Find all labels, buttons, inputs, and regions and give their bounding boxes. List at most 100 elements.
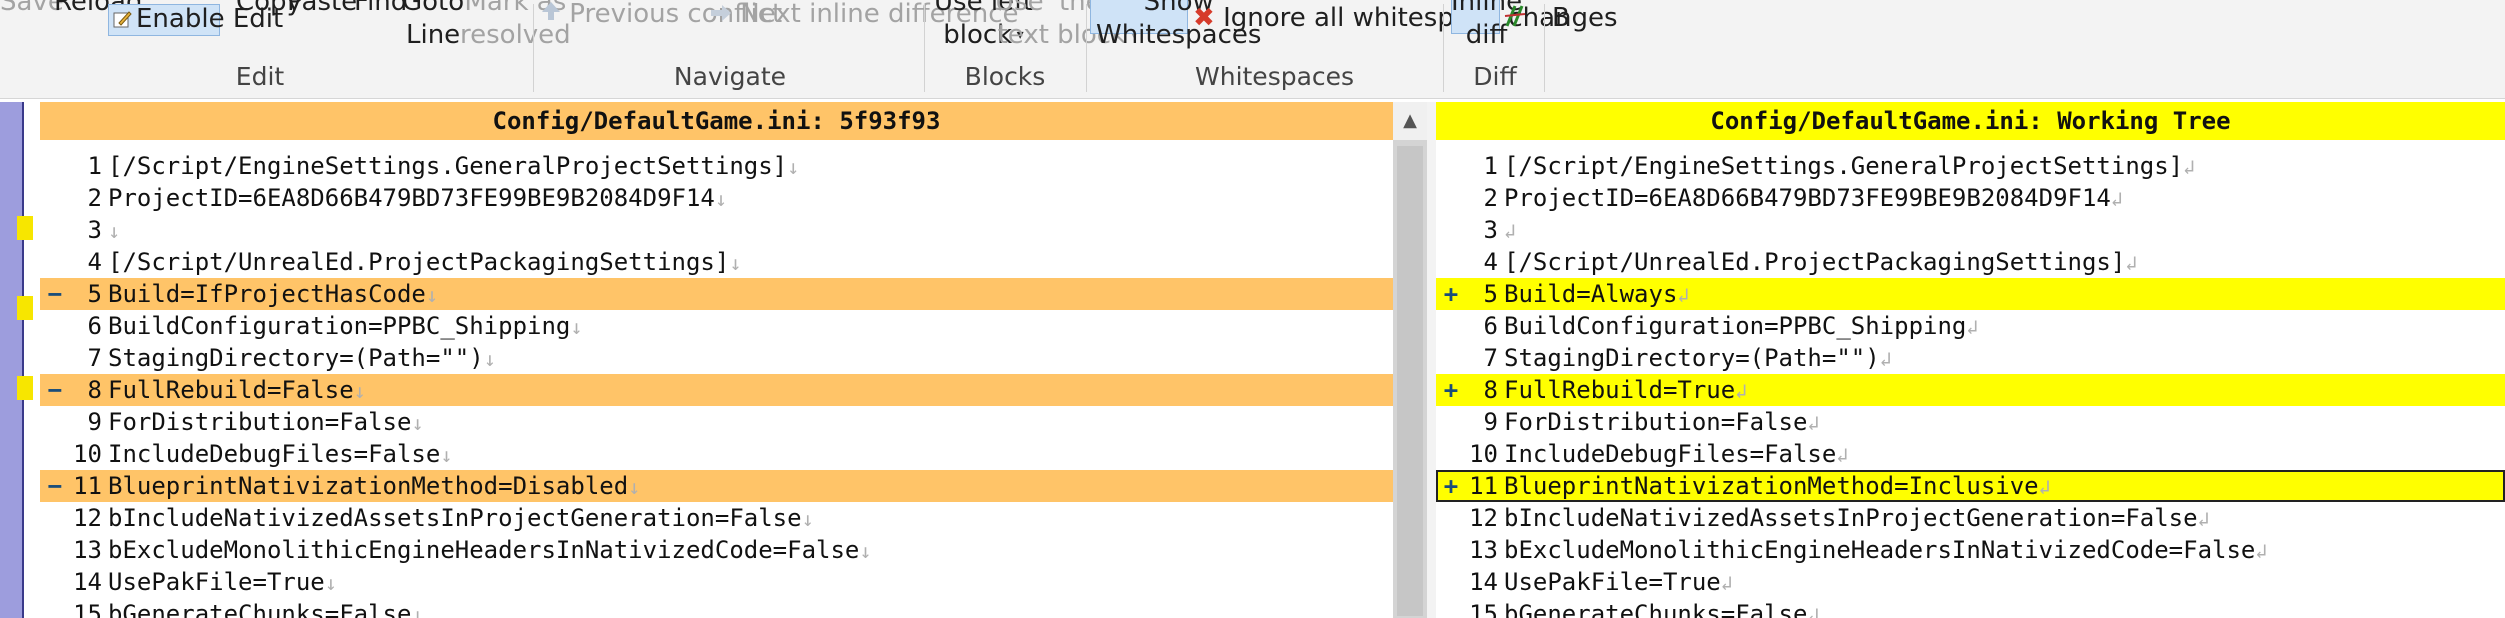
group-label-whitespaces: Whitespaces — [1195, 62, 1355, 91]
code-line[interactable]: 1 [/Script/EngineSettings.GeneralProjectS… — [1436, 150, 2505, 182]
code-line[interactable]: 7 StagingDirectory=(Path="")↓ — [40, 342, 1393, 374]
line-text: ForDistribution=False↲ — [1504, 406, 1819, 439]
change-marker[interactable] — [17, 376, 33, 400]
line-content: bIncludeNativizedAssetsInProjectGenerati… — [108, 504, 802, 532]
end-of-line-icon: ↲ — [1504, 219, 1517, 243]
code-line[interactable]: 14 UsePakFile=True↲ — [1436, 566, 2505, 598]
line-content: [/Script/EngineSettings.GeneralProjectSe… — [108, 152, 788, 180]
end-of-line-icon: ↓ — [729, 251, 742, 275]
code-line[interactable]: 14 UsePakFile=True↓ — [40, 566, 1393, 598]
line-number: 3 — [1483, 216, 1498, 244]
line-number: 4 — [87, 248, 102, 276]
line-number: 9 — [87, 408, 102, 436]
end-of-line-icon: ↓ — [324, 571, 337, 595]
line-content: bGenerateChunks=False — [1504, 600, 1808, 618]
inline-diff-label-2: diff — [1465, 20, 1508, 50]
change-marker[interactable] — [17, 216, 33, 240]
line-text: [/Script/EngineSettings.GeneralProjectSe… — [108, 150, 799, 183]
line-text: StagingDirectory=(Path="")↓ — [108, 342, 496, 375]
code-line[interactable]: 10 IncludeDebugFiles=False↓ — [40, 438, 1393, 470]
code-line[interactable]: 4 [/Script/UnrealEd.ProjectPackagingSetti… — [40, 246, 1393, 278]
code-line[interactable]: 10 IncludeDebugFiles=False↲ — [1436, 438, 2505, 470]
code-line[interactable]: −8 FullRebuild=False↓ — [40, 374, 1393, 406]
code-line[interactable]: 9 ForDistribution=False↲ — [1436, 406, 2505, 438]
ribbon-separator — [1086, 4, 1087, 92]
line-content: [/Script/UnrealEd.ProjectPackagingSettin… — [1504, 248, 2126, 276]
line-content: [/Script/UnrealEd.ProjectPackagingSettin… — [108, 248, 730, 276]
change-marker[interactable] — [17, 296, 33, 320]
vertical-scrollbar[interactable]: ▲ — [1393, 102, 1427, 618]
code-line[interactable]: 2 ProjectID=6EA8D66B479BD73FE99BE9B2084D9… — [40, 182, 1393, 214]
pane-splitter[interactable] — [1427, 102, 1436, 618]
code-line[interactable]: 3 ↓ — [40, 214, 1393, 246]
line-number: 2 — [87, 184, 102, 212]
line-number: 1 — [1483, 152, 1498, 180]
line-text: bGenerateChunks=False↲ — [1504, 598, 1819, 618]
code-line[interactable]: +11 BlueprintNativizationMethod=Inclusive… — [1436, 470, 2505, 502]
scrollbar-thumb[interactable] — [1397, 146, 1423, 616]
code-line[interactable]: 3 ↲ — [1436, 214, 2505, 246]
line-text: [/Script/EngineSettings.GeneralProjectSe… — [1504, 150, 2195, 183]
line-content: bExcludeMonolithicEngineHeadersInNativiz… — [1504, 536, 2256, 564]
end-of-line-icon: ↲ — [2110, 187, 2123, 211]
ribbon-separator — [533, 4, 534, 92]
scroll-up-icon[interactable]: ▲ — [1393, 102, 1427, 140]
line-text: StagingDirectory=(Path="")↲ — [1504, 342, 1892, 375]
code-line[interactable]: 15 bGenerateChunks=False↓ — [40, 598, 1393, 618]
code-line[interactable]: +5 Build=Always↲ — [1436, 278, 2505, 310]
group-label-navigate: Navigate — [673, 62, 787, 91]
line-number: 15 — [73, 600, 102, 618]
diff-options-button[interactable] — [1503, 4, 1527, 37]
code-line[interactable]: 2 ProjectID=6EA8D66B479BD73FE99BE9B2084D9… — [1436, 182, 2505, 214]
find-button[interactable]: Find — [354, 0, 407, 19]
goto-line-button[interactable]: Goto Line — [402, 0, 464, 52]
end-of-line-icon: ↓ — [425, 283, 438, 307]
line-text: [/Script/UnrealEd.ProjectPackagingSettin… — [1504, 246, 2137, 279]
end-of-line-icon: ↓ — [787, 155, 800, 179]
line-content: bExcludeMonolithicEngineHeadersInNativiz… — [108, 536, 860, 564]
line-content: ForDistribution=False — [108, 408, 412, 436]
left-pane-title: Config/DefaultGame.ini: 5f93f93 — [40, 102, 1393, 140]
code-line[interactable]: 7 StagingDirectory=(Path="")↲ — [1436, 342, 2505, 374]
code-line[interactable]: 6 BuildConfiguration=PPBC_Shipping↲ — [1436, 310, 2505, 342]
paste-button[interactable]: Paste — [287, 0, 357, 19]
end-of-line-icon: ↲ — [1807, 603, 1820, 618]
code-line[interactable]: −11 BlueprintNativizationMethod=Disabled↓ — [40, 470, 1393, 502]
code-line[interactable]: 12 bIncludeNativizedAssetsInProjectGenera… — [1436, 502, 2505, 534]
line-content: ProjectID=6EA8D66B479BD73FE99BE9B2084D9F… — [108, 184, 715, 212]
diff-lines-icon — [1503, 5, 1527, 35]
diff-overview-strip[interactable] — [0, 102, 22, 618]
code-line[interactable]: 15 bGenerateChunks=False↲ — [1436, 598, 2505, 618]
right-diff-pane[interactable]: Config/DefaultGame.ini: Working Tree 1 [/… — [1436, 102, 2505, 618]
code-line[interactable]: 1 [/Script/EngineSettings.GeneralProjectS… — [40, 150, 1393, 182]
line-number: 10 — [1469, 440, 1498, 468]
line-number: 11 — [1469, 472, 1498, 500]
line-number: 1 — [87, 152, 102, 180]
group-label-blocks: Blocks — [964, 62, 1046, 91]
line-number: 7 — [87, 344, 102, 372]
line-content: bIncludeNativizedAssetsInProjectGenerati… — [1504, 504, 2198, 532]
code-line[interactable]: 12 bIncludeNativizedAssetsInProjectGenera… — [40, 502, 1393, 534]
right-line-list: 1 [/Script/EngineSettings.GeneralProjectS… — [1436, 150, 2505, 618]
end-of-line-icon: ↓ — [570, 315, 583, 339]
code-line[interactable]: +8 FullRebuild=True↲ — [1436, 374, 2505, 406]
enable-edit-button[interactable]: Enable Edit — [108, 4, 283, 36]
code-line[interactable]: 9 ForDistribution=False↓ — [40, 406, 1393, 438]
change-sign: + — [1443, 472, 1459, 500]
code-line[interactable]: −5 Build=IfProjectHasCode↓ — [40, 278, 1393, 310]
left-diff-pane[interactable]: Config/DefaultGame.ini: 5f93f93 1 [/Scrip… — [40, 102, 1393, 618]
ribbon-overflow-button[interactable]: B — [1552, 2, 1570, 35]
line-text: Build=IfProjectHasCode↓ — [108, 278, 438, 311]
end-of-line-icon: ↓ — [801, 507, 814, 531]
code-line[interactable]: 4 [/Script/UnrealEd.ProjectPackagingSetti… — [1436, 246, 2505, 278]
code-line[interactable]: 6 BuildConfiguration=PPBC_Shipping↓ — [40, 310, 1393, 342]
end-of-line-icon: ↓ — [411, 603, 424, 618]
change-sign: + — [1443, 376, 1459, 404]
line-text: ForDistribution=False↓ — [108, 406, 423, 439]
line-number: 13 — [1469, 536, 1498, 564]
line-number: 2 — [1483, 184, 1498, 212]
line-text: bGenerateChunks=False↓ — [108, 598, 423, 618]
code-line[interactable]: 13 bExcludeMonolithicEngineHeadersInNativ… — [40, 534, 1393, 566]
code-line[interactable]: 13 bExcludeMonolithicEngineHeadersInNativ… — [1436, 534, 2505, 566]
line-content: FullRebuild=True — [1504, 376, 1736, 404]
